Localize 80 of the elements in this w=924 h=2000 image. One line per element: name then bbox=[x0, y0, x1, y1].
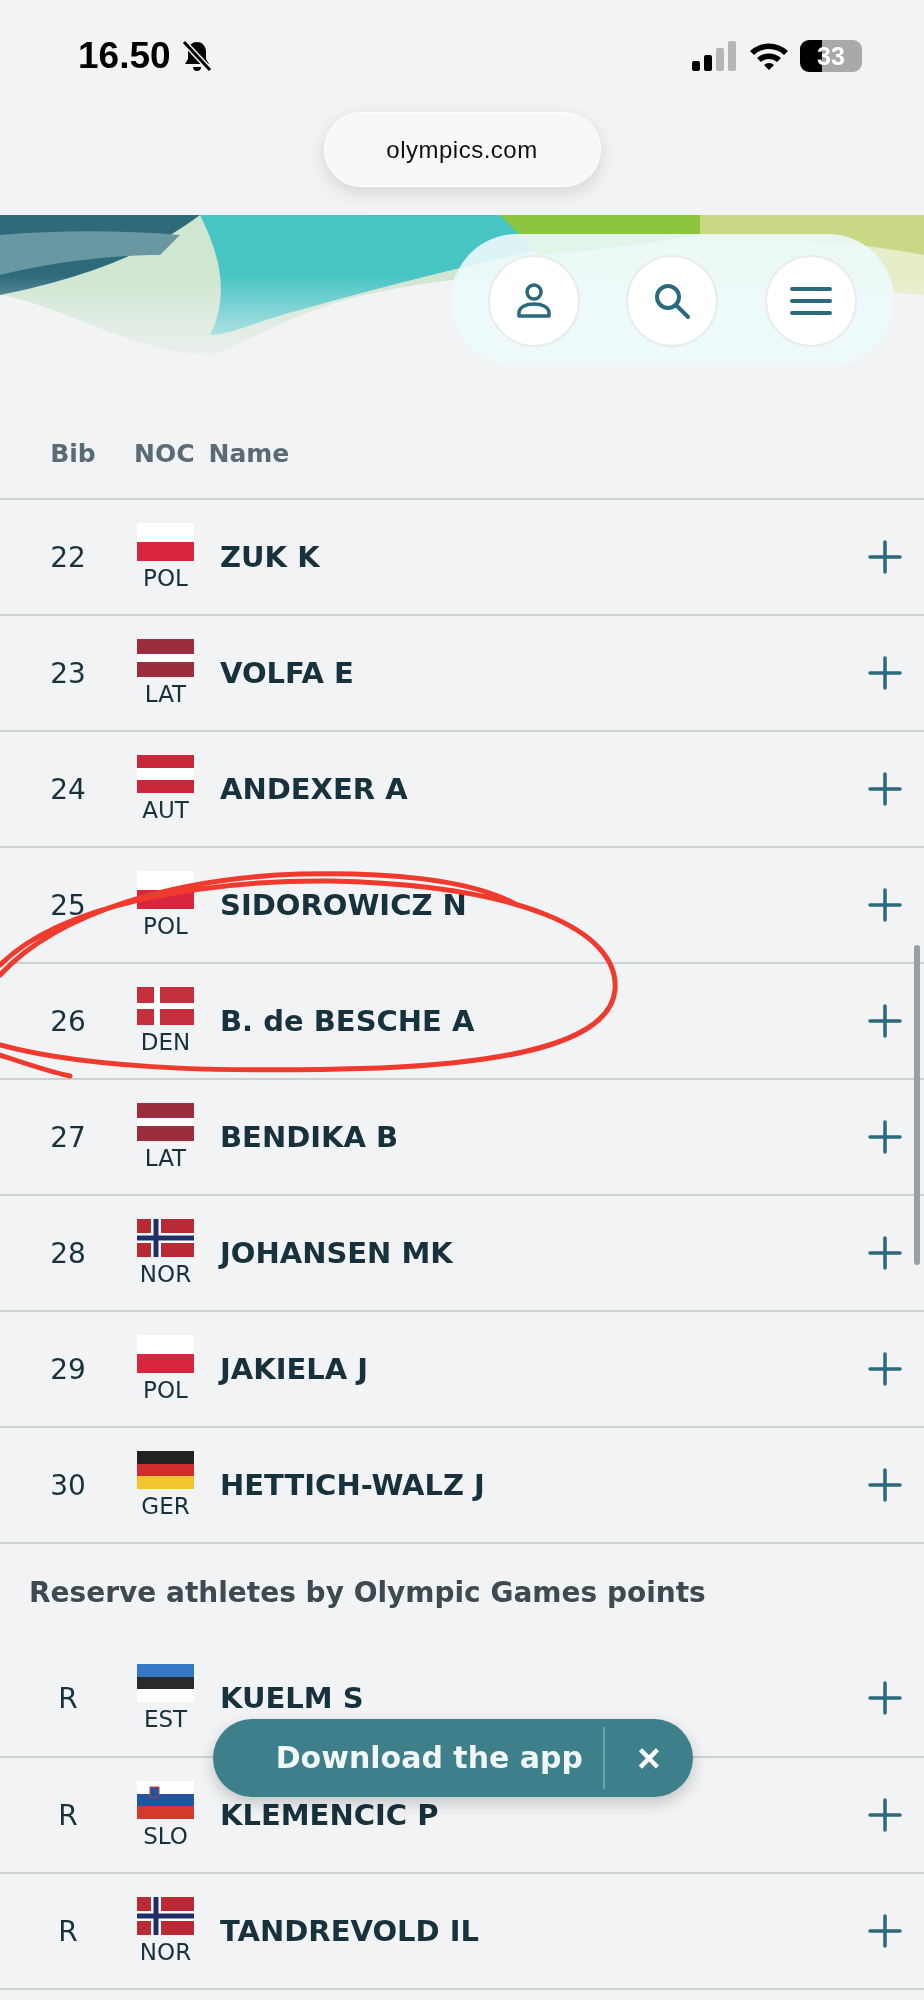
flag-icon bbox=[137, 755, 194, 793]
flag-icon bbox=[137, 1335, 194, 1373]
bib-number: 24 bbox=[49, 772, 87, 806]
noc-code: POL bbox=[143, 1377, 188, 1403]
expand-icon[interactable] bbox=[868, 1468, 902, 1502]
athlete-row[interactable]: 28 NOR JOHANSEN MK bbox=[0, 1194, 924, 1310]
bib-number: R bbox=[57, 1798, 79, 1832]
scrollbar[interactable] bbox=[914, 945, 920, 1265]
noc-code: NOR bbox=[139, 1261, 192, 1287]
noc-code: POL bbox=[143, 565, 188, 591]
athlete-name: JOHANSEN MK bbox=[220, 1238, 453, 1268]
expand-icon[interactable] bbox=[868, 1798, 902, 1832]
noc-code: EST bbox=[143, 1706, 188, 1732]
athlete-row[interactable]: 24 AUT ANDEXER A bbox=[0, 730, 924, 846]
athlete-row[interactable]: R NOR TANDREVOLD IL bbox=[0, 1872, 924, 1988]
athlete-name: KLEMENCIC P bbox=[220, 1800, 439, 1830]
url-bar[interactable]: olympics.com bbox=[323, 112, 601, 187]
wifi-icon bbox=[748, 41, 790, 71]
athlete-row[interactable]: 22 POL ZUK K bbox=[0, 498, 924, 614]
column-header: Name bbox=[208, 438, 290, 468]
athlete-name: KUELM S bbox=[220, 1683, 364, 1713]
bib-number: 22 bbox=[49, 540, 87, 574]
expand-icon[interactable] bbox=[868, 1004, 902, 1038]
bib-number: 28 bbox=[49, 1236, 87, 1270]
noc-code: POL bbox=[143, 913, 188, 939]
bib-number: 30 bbox=[49, 1468, 87, 1502]
bell-slash-icon bbox=[180, 39, 213, 73]
athlete-name: JAKIELA J bbox=[220, 1354, 369, 1384]
athlete-name: B. de BESCHE A bbox=[220, 1006, 475, 1036]
column-header: Bib bbox=[49, 438, 97, 468]
noc-code: DEN bbox=[140, 1029, 191, 1055]
athlete-name: SIDOROWICZ N bbox=[220, 890, 467, 920]
athlete-name: ZUK K bbox=[220, 542, 320, 572]
expand-icon[interactable] bbox=[868, 540, 902, 574]
expand-icon[interactable] bbox=[868, 656, 902, 690]
noc-code: AUT bbox=[142, 797, 189, 823]
noc-code: LAT bbox=[144, 681, 187, 707]
bib-number: 26 bbox=[49, 1004, 87, 1038]
bib-number: 25 bbox=[49, 888, 87, 922]
flag-icon bbox=[137, 1664, 194, 1702]
expand-icon[interactable] bbox=[868, 1914, 902, 1948]
expand-icon[interactable] bbox=[868, 1120, 902, 1154]
column-header: NOC bbox=[134, 438, 195, 468]
bib-number: 27 bbox=[49, 1120, 87, 1154]
flag-icon bbox=[137, 1451, 194, 1489]
expand-icon[interactable] bbox=[868, 1681, 902, 1715]
flag-icon bbox=[137, 871, 194, 909]
noc-code: LAT bbox=[144, 1145, 187, 1171]
noc-code: SLO bbox=[143, 1823, 188, 1849]
athlete-name: ANDEXER A bbox=[220, 774, 408, 804]
flag-icon bbox=[137, 987, 194, 1025]
expand-icon[interactable] bbox=[868, 888, 902, 922]
flag-icon bbox=[137, 1897, 194, 1935]
athlete-name: TANDREVOLD IL bbox=[220, 1916, 479, 1946]
bib-number: R bbox=[57, 1681, 79, 1715]
bib-number: R bbox=[57, 1914, 79, 1948]
athlete-name: VOLFA E bbox=[220, 658, 354, 688]
athlete-name: HETTICH-WALZ J bbox=[220, 1470, 485, 1500]
menu-icon bbox=[789, 285, 832, 316]
athlete-row[interactable]: 25 POL SIDOROWICZ N bbox=[0, 846, 924, 962]
status-time: 16.50 bbox=[78, 35, 171, 77]
flag-icon bbox=[137, 523, 194, 561]
athlete-row[interactable]: 30 GER HETTICH-WALZ J bbox=[0, 1426, 924, 1542]
athlete-row[interactable]: 23 LAT VOLFA E bbox=[0, 614, 924, 730]
download-app-link[interactable]: Download the app bbox=[213, 1727, 605, 1789]
athlete-row[interactable]: 29 POL JAKIELA J bbox=[0, 1310, 924, 1426]
expand-icon[interactable] bbox=[868, 1236, 902, 1270]
flag-icon bbox=[137, 1219, 194, 1257]
flag-icon bbox=[137, 1103, 194, 1141]
noc-code: GER bbox=[141, 1493, 190, 1519]
signal-icon bbox=[692, 41, 738, 71]
section-heading: Reserve athletes by Olympic Games points bbox=[29, 1575, 706, 1609]
noc-code: NOR bbox=[139, 1939, 192, 1965]
bib-number: 23 bbox=[49, 656, 87, 690]
expand-icon[interactable] bbox=[868, 1352, 902, 1386]
flag-icon bbox=[137, 639, 194, 677]
flag-icon bbox=[137, 1781, 194, 1819]
athlete-name: BENDIKA B bbox=[220, 1122, 399, 1152]
expand-icon[interactable] bbox=[868, 772, 902, 806]
bib-number: 29 bbox=[49, 1352, 87, 1386]
